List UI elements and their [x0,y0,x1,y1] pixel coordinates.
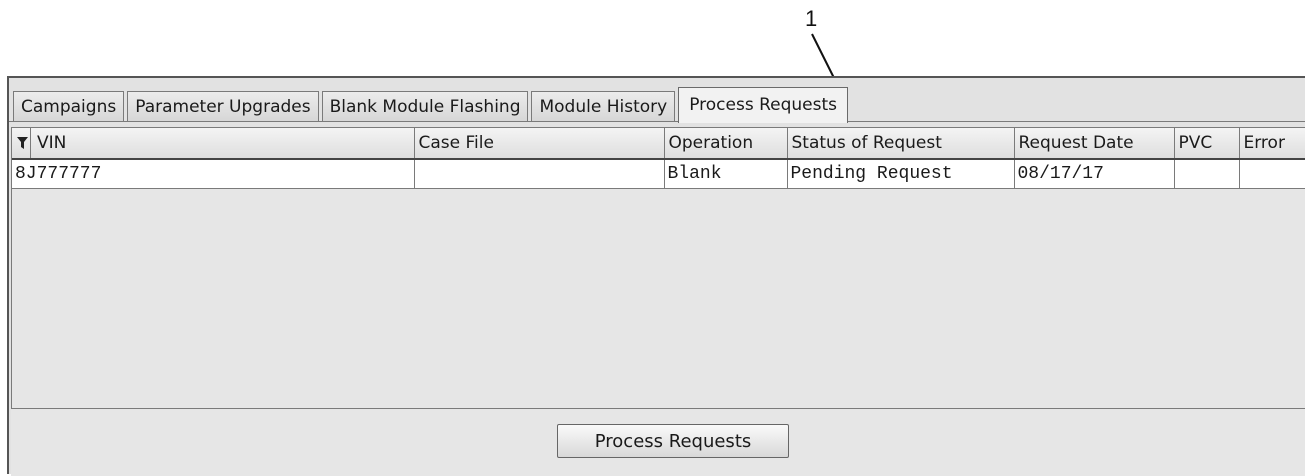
cell-error[interactable] [1238,158,1305,189]
requests-table: VIN Case File Operation Status of Reques… [12,128,1305,189]
column-header-error[interactable]: Error [1238,128,1305,160]
tab-strip: Campaigns Parameter Upgrades Blank Modul… [13,87,851,123]
column-header-vin-label: VIN [37,133,67,153]
column-header-status[interactable]: Status of Request [786,128,1015,160]
tab-module-history[interactable]: Module History [531,91,676,122]
callout-number: 1 [805,6,818,31]
process-requests-button[interactable]: Process Requests [557,424,789,458]
column-header-case-file[interactable]: Case File [413,128,665,160]
process-requests-window: Campaigns Parameter Upgrades Blank Modul… [7,76,1305,476]
cell-vin[interactable]: 8J777777 [12,158,415,189]
cell-case-file[interactable] [413,158,665,189]
cell-pvc[interactable] [1173,158,1240,189]
tab-parameter-upgrades[interactable]: Parameter Upgrades [127,91,319,122]
column-header-pvc[interactable]: PVC [1173,128,1240,160]
table-row[interactable]: 8J777777 Blank Pending Request 08/17/17 [12,158,1305,189]
cell-status[interactable]: Pending Request [786,158,1015,189]
tab-blank-module-flashing[interactable]: Blank Module Flashing [321,91,529,122]
filter-icon[interactable] [16,128,31,158]
tab-campaigns[interactable]: Campaigns [13,91,125,122]
column-header-request-date[interactable]: Request Date [1013,128,1175,160]
action-bar: Process Requests [11,409,1305,476]
requests-table-area: VIN Case File Operation Status of Reques… [11,127,1305,409]
tab-strip-divider [9,121,1305,122]
column-header-operation[interactable]: Operation [663,128,788,160]
column-header-vin[interactable]: VIN [12,128,415,160]
cell-request-date[interactable]: 08/17/17 [1013,158,1175,189]
cell-operation[interactable]: Blank [663,158,788,189]
table-header-row: VIN Case File Operation Status of Reques… [12,128,1305,160]
tab-process-requests[interactable]: Process Requests [678,87,848,123]
